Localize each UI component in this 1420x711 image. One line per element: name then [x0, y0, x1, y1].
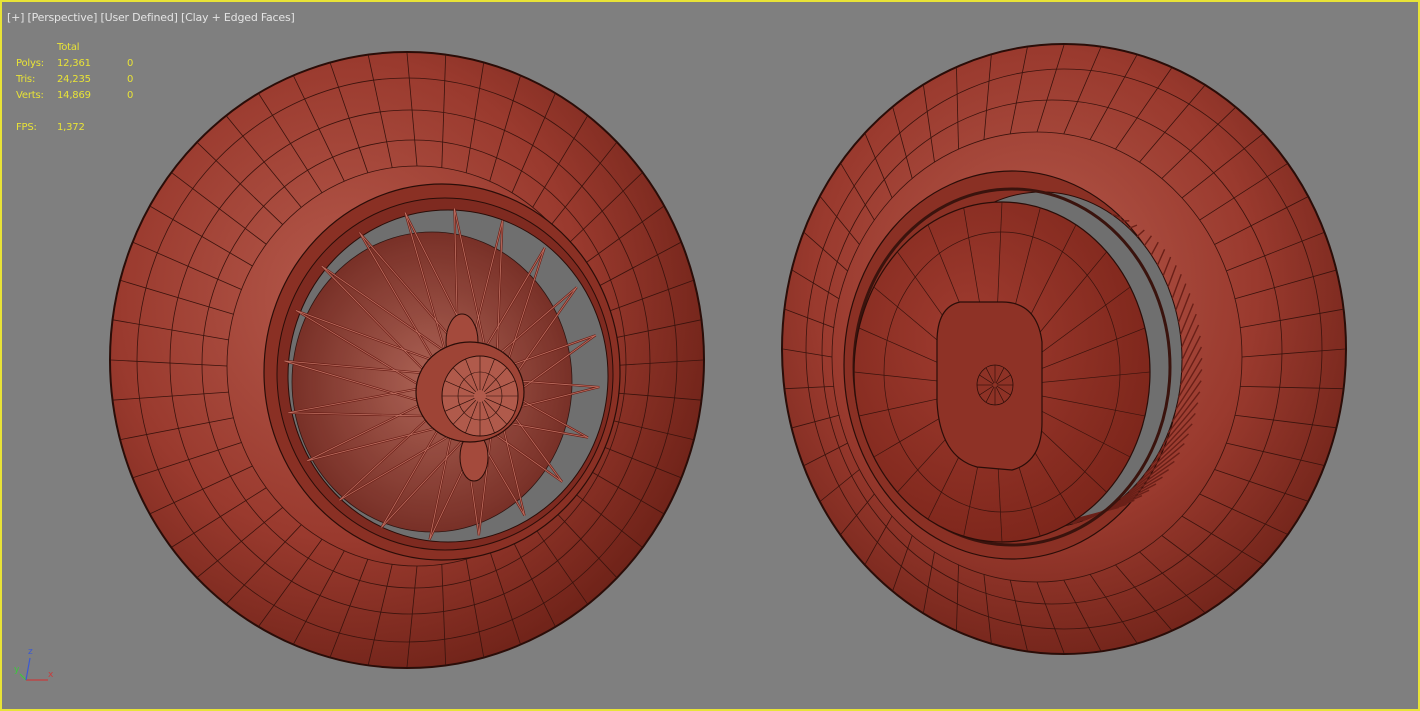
stats-selected: 0 — [127, 90, 134, 101]
viewport-label: [+] [Perspective] [User Defined] [Clay +… — [7, 11, 295, 24]
viewport-shading-mode[interactable]: [Clay + Edged Faces] — [181, 11, 295, 24]
stats-label: Polys: — [16, 58, 44, 69]
viewport[interactable]: [+] [Perspective] [User Defined] [Clay +… — [0, 0, 1420, 711]
stats-total: 12,361 — [57, 58, 91, 69]
wire-spoke-wheel[interactable] — [109, 51, 705, 669]
viewport-custom-view[interactable]: [User Defined] — [101, 11, 178, 24]
viewport-menu-plus[interactable]: [+] — [7, 11, 24, 24]
stats-total-header: Total — [57, 42, 80, 53]
fps-value: 1,372 — [57, 122, 85, 133]
stats-total: 14,869 — [57, 90, 91, 101]
fps-label: FPS: — [16, 122, 37, 133]
stats-total: 24,235 — [57, 74, 91, 85]
stats-selected: 0 — [127, 58, 134, 69]
viewport-point-of-view[interactable]: [Perspective] — [28, 11, 98, 24]
scene-render[interactable] — [2, 2, 1418, 709]
stats-label: Verts: — [16, 90, 44, 101]
axis-x-label: x — [48, 670, 54, 680]
axis-y-label: y — [14, 665, 20, 675]
stats-selected: 0 — [127, 74, 134, 85]
hubcap-wheel[interactable] — [781, 43, 1347, 655]
stats-label: Tris: — [16, 74, 36, 85]
axis-z-label: z — [28, 647, 33, 657]
axis-gizmo: x y z — [10, 647, 60, 690]
